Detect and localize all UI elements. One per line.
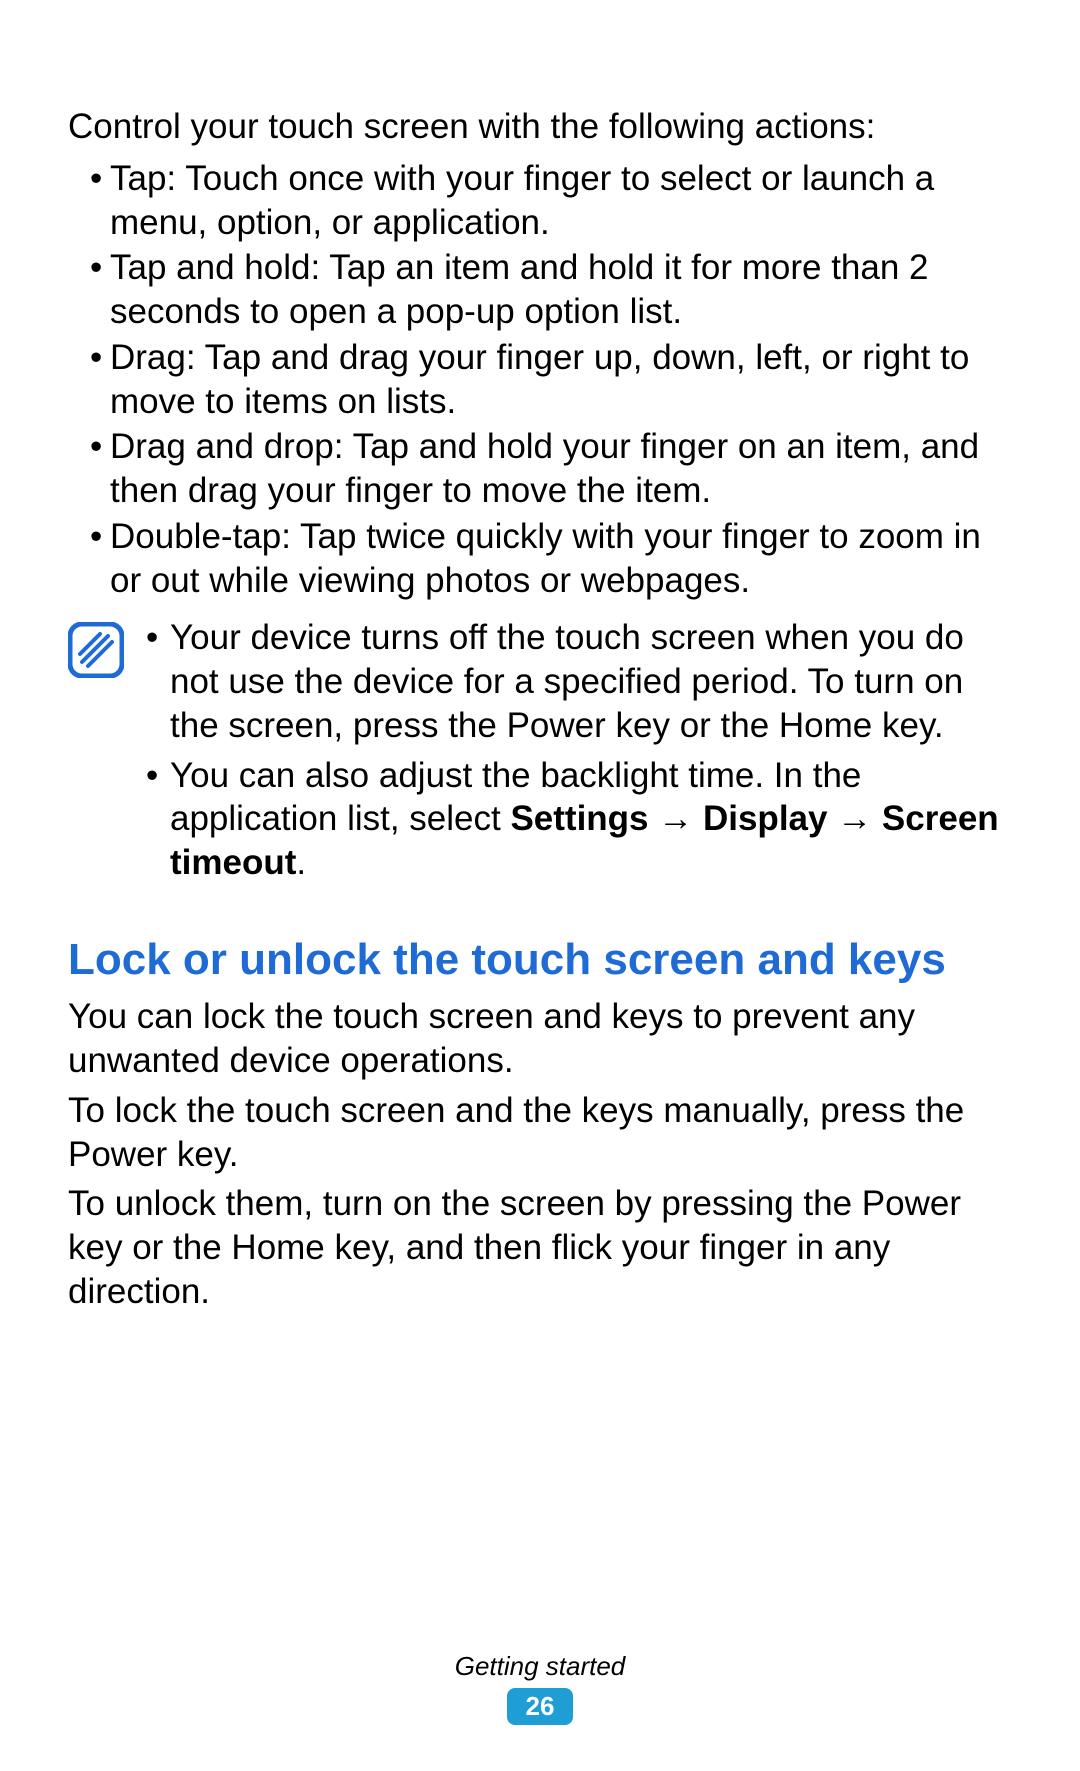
page-footer: Getting started 26 <box>0 1651 1080 1725</box>
list-item: You can also adjust the backlight time. … <box>146 754 1012 885</box>
note-block: Your device turns off the touch screen w… <box>68 616 1012 891</box>
list-item: Drag: Tap and drag your finger up, down,… <box>90 336 1012 424</box>
section-heading: Lock or unlock the touch screen and keys <box>68 935 1012 986</box>
list-item: Double-tap: Tap twice quickly with your … <box>90 515 1012 603</box>
footer-page-number: 26 <box>507 1688 573 1725</box>
intro-text: Control your touch screen with the follo… <box>68 105 1012 149</box>
body-paragraph: To unlock them, turn on the screen by pr… <box>68 1182 1012 1313</box>
list-item: Drag and drop: Tap and hold your finger … <box>90 425 1012 513</box>
note-text-suffix: . <box>296 843 306 882</box>
footer-section-label: Getting started <box>0 1651 1080 1682</box>
note-list: Your device turns off the touch screen w… <box>140 616 1012 891</box>
document-page: Control your touch screen with the follo… <box>0 0 1080 1771</box>
note-icon <box>68 622 124 678</box>
list-item: Tap: Touch once with your finger to sele… <box>90 157 1012 245</box>
list-item: Tap and hold: Tap an item and hold it fo… <box>90 246 1012 334</box>
body-paragraph: To lock the touch screen and the keys ma… <box>68 1089 1012 1177</box>
list-item: Your device turns off the touch screen w… <box>146 616 1012 747</box>
body-paragraph: You can lock the touch screen and keys t… <box>68 995 1012 1083</box>
touch-actions-list: Tap: Touch once with your finger to sele… <box>68 157 1012 603</box>
